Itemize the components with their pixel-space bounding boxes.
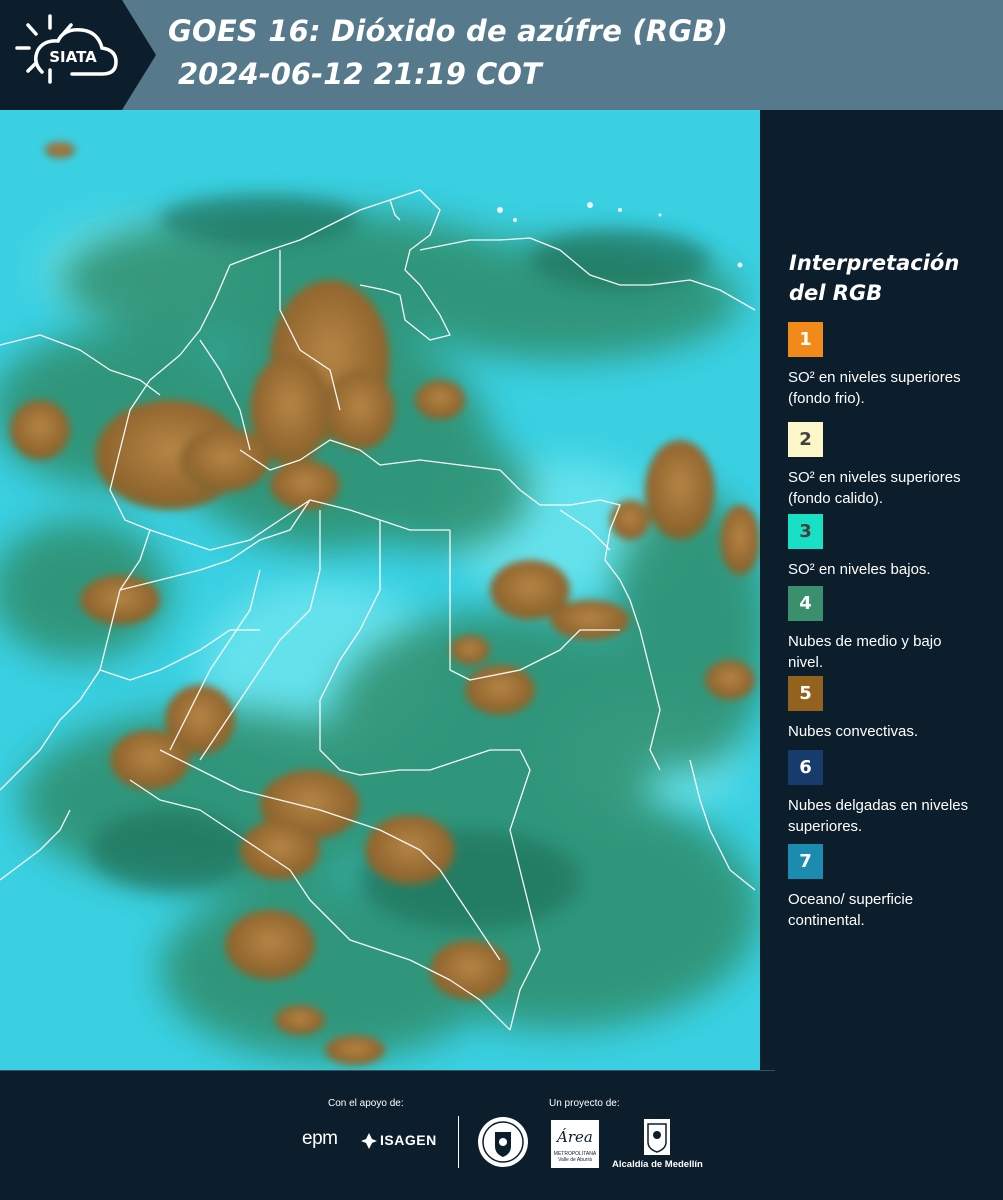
legend-swatch: 3 [788,514,823,549]
legend-title: Interpretación del RGB [789,251,960,305]
logo-panel: SIATA [0,0,156,110]
isagen-logo: ISAGEN [380,1132,437,1148]
legend-swatch: 7 [788,844,823,879]
legend-label: SO² en niveles superiores (fondo calido)… [788,469,961,507]
legend-item: 4 Nubes de medio y bajo nivel. [788,586,1000,673]
legend-item: 2 SO² en niveles superiores (fondo calido… [788,422,1000,509]
legend-label: Nubes de medio y bajo nivel. [788,633,942,671]
legend-label: Nubes convectivas. [788,723,919,740]
footer-vertical-divider [458,1116,459,1168]
legend-swatch: 4 [788,586,823,621]
legend-item: 6 Nubes delgadas en niveles superiores. [788,750,1000,837]
area-metropolitana-logo: Área METROPOLITANA Valle de Aburrá [551,1120,599,1168]
legend-item: 5 Nubes convectivas. [788,676,1000,742]
siata-logo-text: SIATA [49,48,97,66]
footer: Con el apoyo de: Un proyecto de: epm ISA… [0,1070,1003,1200]
legend-label: SO² en niveles bajos. [788,561,931,578]
satellite-rgb-image-icon [0,110,760,1070]
medellin-seal-icon [478,1117,528,1167]
alcaldia-label: Alcaldía de Medellín [612,1159,703,1170]
isagen-mark-icon [361,1133,377,1149]
siata-logo: SIATA [15,14,118,84]
timestamp: 2024-06-12 21:19 COT [178,57,542,91]
legend-item: 7 Oceano/ superficie continental. [788,844,1000,931]
page-title: GOES 16: Dióxido de azúfre (RGB) [168,14,729,48]
area-subtext: METROPOLITANA Valle de Aburrá [553,1151,597,1163]
legend-label: Oceano/ superficie continental. [788,891,914,929]
support-label: Con el apoyo de: [328,1098,404,1109]
alcaldia-shield-icon [644,1119,670,1155]
legend-swatch: 1 [788,322,823,357]
legend-item: 3 SO² en niveles bajos. [788,514,1000,580]
legend-swatch: 2 [788,422,823,457]
legend-item: 1 SO² en niveles superiores (fondo frio). [788,322,1000,409]
header-bar: SIATA GOES 16: Dióxido de azúfre (RGB) 2… [0,0,1003,110]
area-word: Área [557,1128,593,1146]
legend-label: SO² en niveles superiores (fondo frio). [788,369,961,407]
legend-swatch: 5 [788,676,823,711]
legend-swatch: 6 [788,750,823,785]
epm-logo: epm [302,1128,338,1149]
satellite-map[interactable] [0,110,760,1070]
project-label: Un proyecto de: [549,1098,620,1109]
legend-panel: Interpretación del RGB 1 SO² en niveles s… [760,110,1003,1070]
footer-divider [0,1070,775,1071]
legend-label: Nubes delgadas en niveles superiores. [788,797,969,835]
